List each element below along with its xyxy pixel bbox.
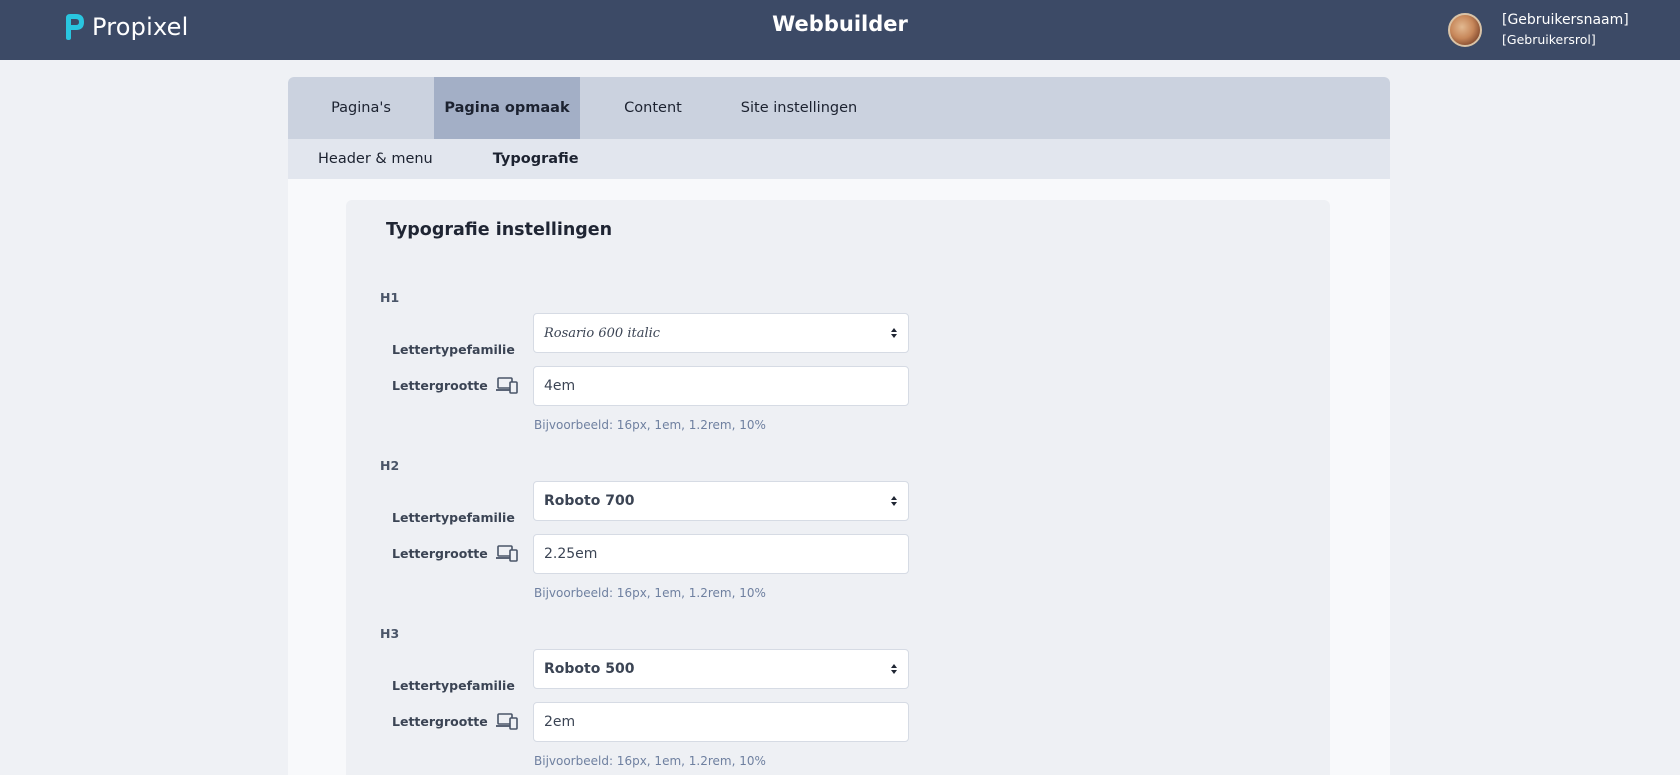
font-family-select-h2[interactable]: Roboto 700 bbox=[533, 481, 909, 521]
avatar[interactable] bbox=[1448, 13, 1482, 47]
responsive-devices-icon[interactable] bbox=[495, 376, 518, 394]
main-panel: Pagina's Pagina opmaak Content Site inst… bbox=[288, 77, 1390, 775]
sub-tabs: Header & menu Typografie bbox=[288, 139, 1390, 179]
sort-arrows-icon bbox=[891, 496, 897, 506]
font-family-value: Rosario 600 italic bbox=[544, 325, 661, 341]
font-family-label: Lettertypefamilie bbox=[392, 678, 515, 693]
font-family-select-h1[interactable]: Rosario 600 italic bbox=[533, 313, 909, 353]
font-size-input-h2[interactable]: 2.25em bbox=[533, 534, 909, 574]
responsive-devices-icon[interactable] bbox=[495, 544, 518, 562]
font-size-label-row: Lettergrootte bbox=[392, 712, 518, 730]
sort-arrows-icon bbox=[891, 328, 897, 338]
user-role: [Gebruikersrol] bbox=[1502, 32, 1596, 47]
font-family-select-h3[interactable]: Roboto 500 bbox=[533, 649, 909, 689]
app-title: Webbuilder bbox=[772, 12, 908, 36]
section-heading-h2: H2 bbox=[380, 458, 400, 473]
font-size-label: Lettergrootte bbox=[392, 377, 488, 393]
card-title: Typografie instellingen bbox=[386, 220, 613, 240]
user-info: [Gebruikersnaam] [Gebruikersrol] bbox=[1502, 11, 1629, 49]
font-size-input-h3[interactable]: 2em bbox=[533, 702, 909, 742]
subtab-header-menu[interactable]: Header & menu bbox=[318, 151, 433, 167]
font-size-input-h1[interactable]: 4em bbox=[533, 366, 909, 406]
font-family-value: Roboto 700 bbox=[544, 493, 635, 509]
tab-pagina-opmaak[interactable]: Pagina opmaak bbox=[434, 77, 580, 139]
tab-paginas[interactable]: Pagina's bbox=[288, 77, 434, 139]
font-family-label: Lettertypefamilie bbox=[392, 510, 515, 525]
section-heading-h3: H3 bbox=[380, 626, 400, 641]
font-size-label-row: Lettergrootte bbox=[392, 376, 518, 394]
font-size-label: Lettergrootte bbox=[392, 545, 488, 561]
typography-settings-card: Typografie instellingen H1 Lettertypefam… bbox=[346, 200, 1330, 775]
top-bar: Propixel Webbuilder [Gebruikersnaam] [Ge… bbox=[0, 0, 1680, 60]
sort-arrows-icon bbox=[891, 664, 897, 674]
tab-content[interactable]: Content bbox=[580, 77, 726, 139]
font-family-label: Lettertypefamilie bbox=[392, 342, 515, 357]
font-size-hint: Bijvoorbeeld: 16px, 1em, 1.2rem, 10% bbox=[534, 586, 766, 600]
responsive-devices-icon[interactable] bbox=[495, 712, 518, 730]
main-tabs: Pagina's Pagina opmaak Content Site inst… bbox=[288, 77, 1390, 139]
user-menu[interactable]: [Gebruikersnaam] [Gebruikersrol] bbox=[1448, 11, 1629, 49]
font-size-hint: Bijvoorbeeld: 16px, 1em, 1.2rem, 10% bbox=[534, 418, 766, 432]
tab-site-instellingen[interactable]: Site instellingen bbox=[726, 77, 872, 139]
section-heading-h1: H1 bbox=[380, 290, 400, 305]
user-name: [Gebruikersnaam] bbox=[1502, 12, 1629, 28]
font-size-label: Lettergrootte bbox=[392, 713, 488, 729]
font-family-value: Roboto 500 bbox=[544, 661, 635, 677]
font-size-hint: Bijvoorbeeld: 16px, 1em, 1.2rem, 10% bbox=[534, 754, 766, 768]
font-size-label-row: Lettergrootte bbox=[392, 544, 518, 562]
subtab-typografie[interactable]: Typografie bbox=[493, 151, 579, 167]
